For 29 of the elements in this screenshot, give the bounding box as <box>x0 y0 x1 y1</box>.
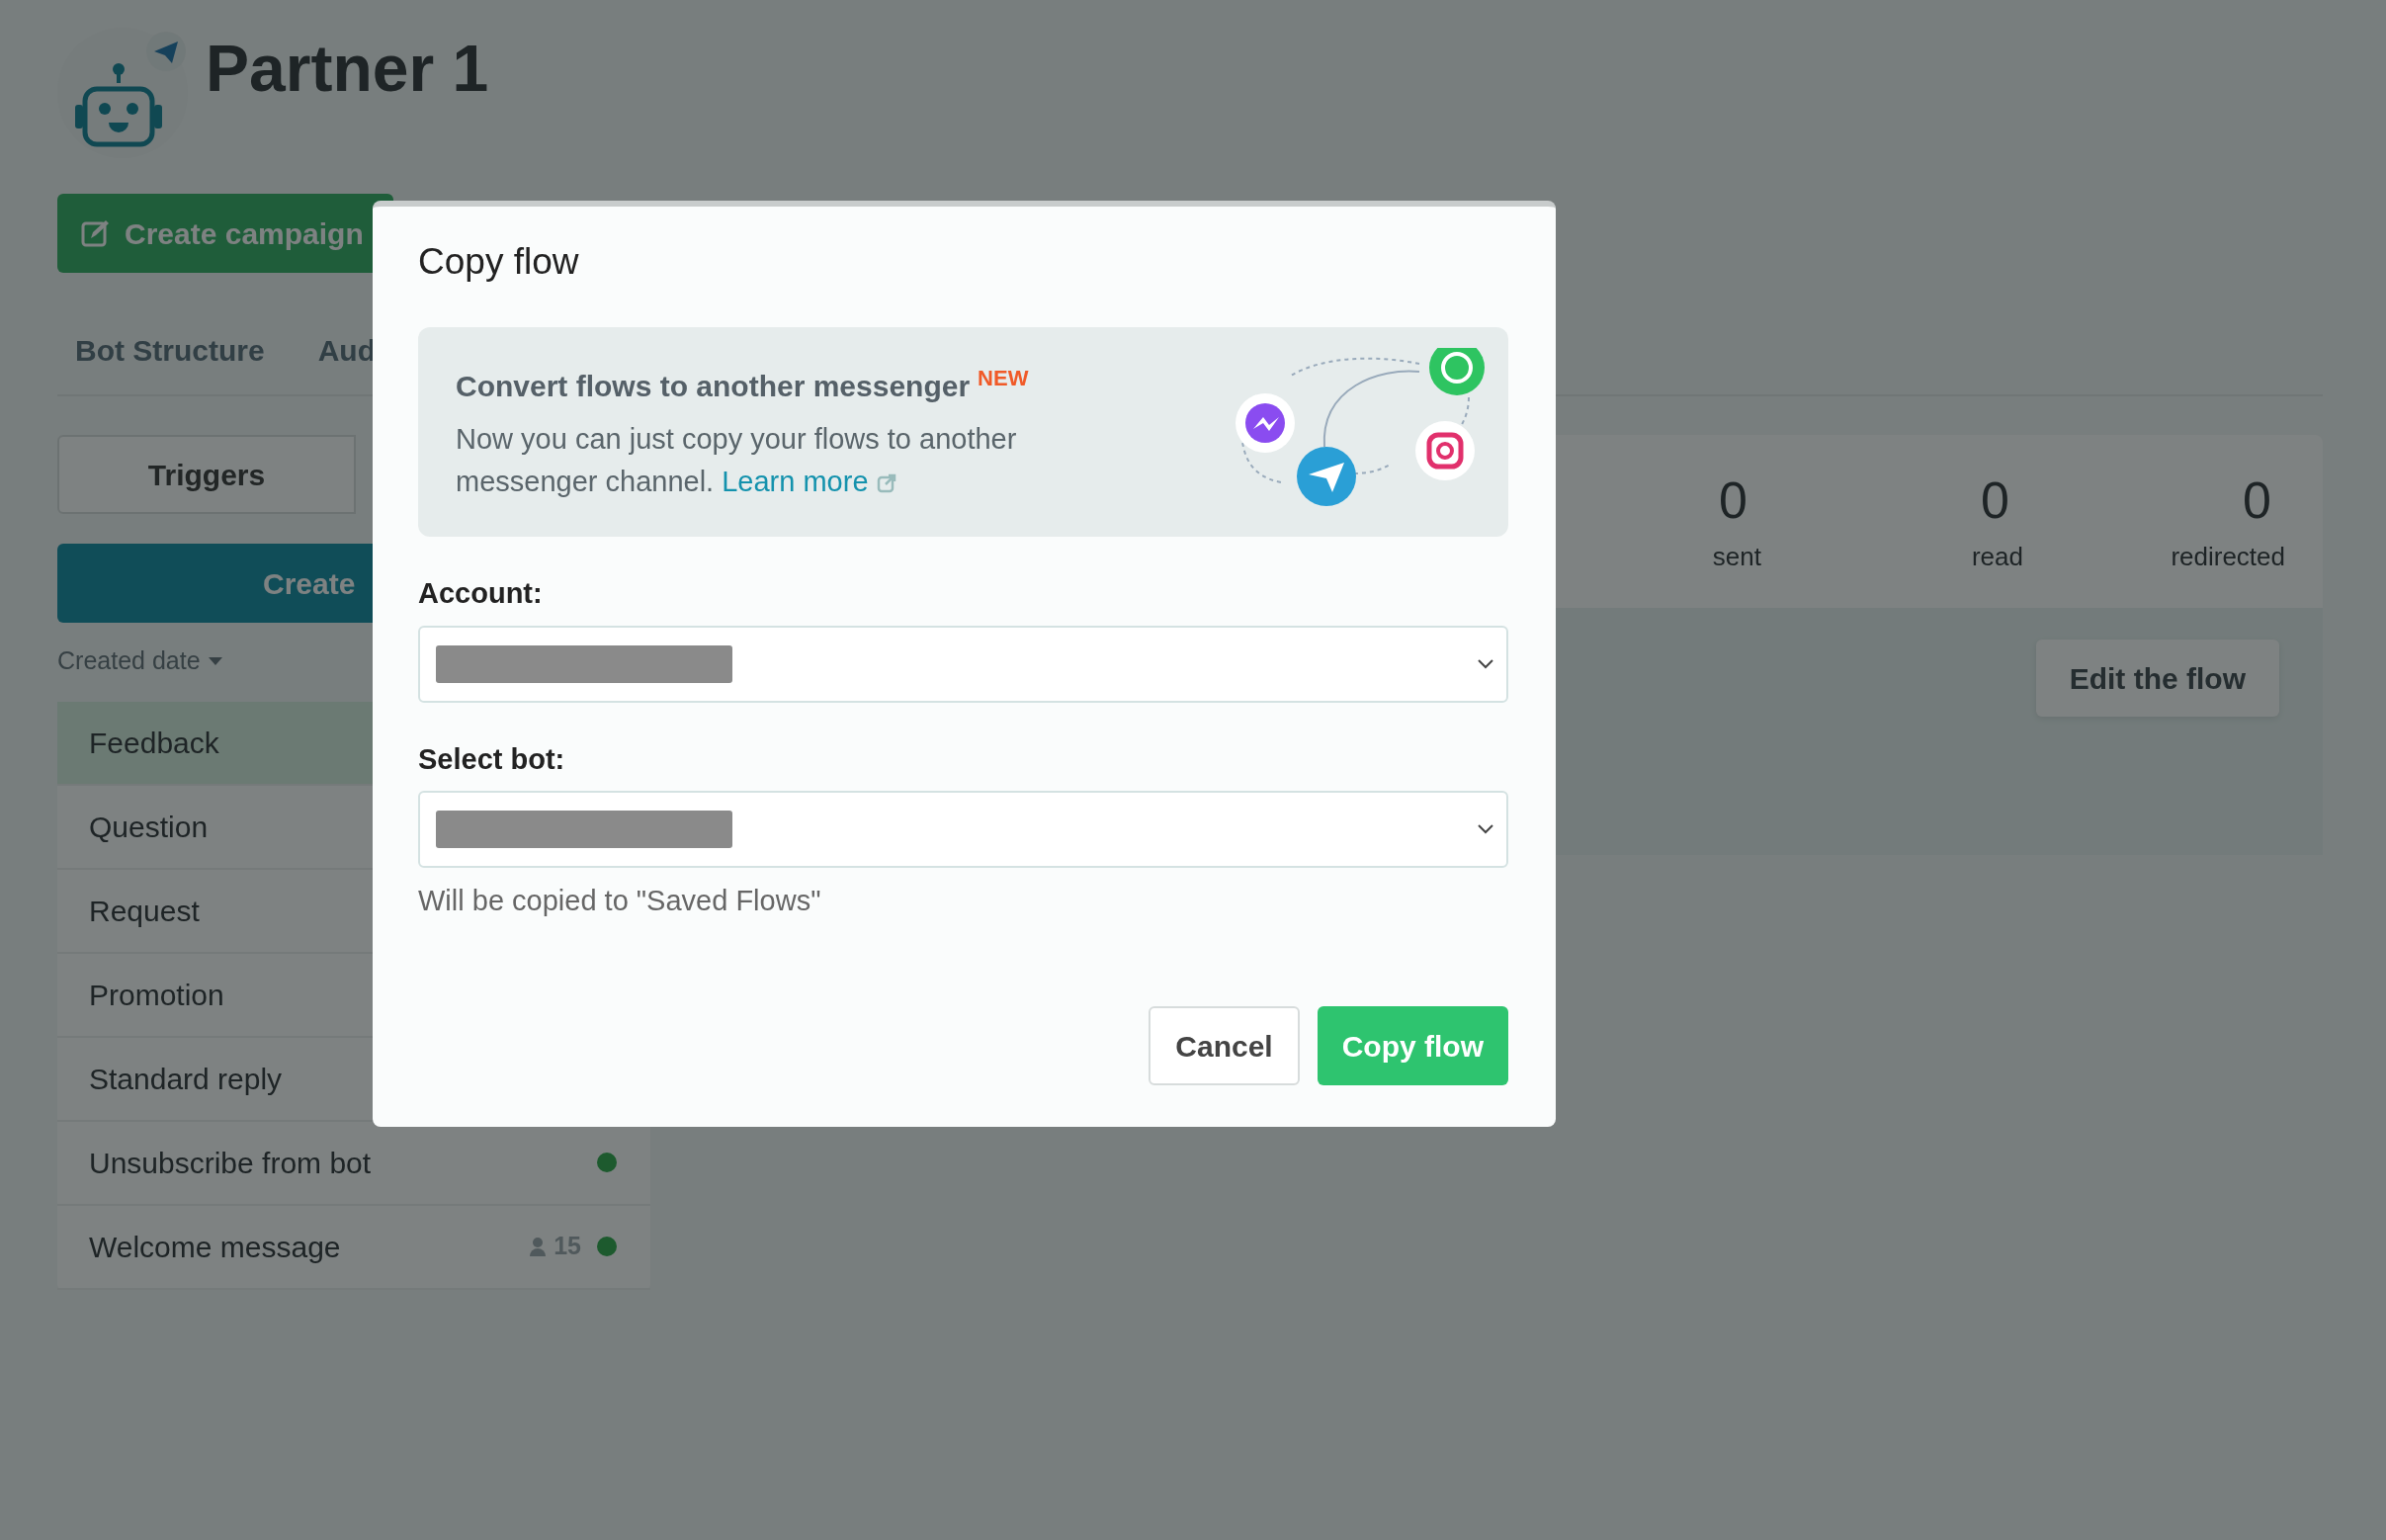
segment-button[interactable]: Triggers <box>57 435 356 514</box>
chevron-down-icon <box>1477 657 1494 670</box>
edit-icon <box>81 218 111 248</box>
stat-label: sent <box>1712 541 1761 573</box>
new-label: NEW <box>978 365 1029 390</box>
stat-value: 0 <box>2243 474 2271 526</box>
sort-dropdown[interactable]: Created date <box>57 642 222 680</box>
banner-text: Now you can just copy your flows to another messenger channel. Learn more <box>456 421 1018 499</box>
select-field[interactable] <box>418 791 1508 869</box>
select-field[interactable] <box>418 625 1508 703</box>
edit-flow-button[interactable]: Edit the flow <box>2035 640 2279 717</box>
stat-label: redirected <box>2171 541 2285 573</box>
chevron-down-icon <box>1477 823 1494 836</box>
nav-tab[interactable]: Bot Structure <box>75 328 265 373</box>
user-icon <box>530 1237 547 1256</box>
confirm-button[interactable]: Copy flow <box>1317 1006 1508 1085</box>
stat-label: read <box>1971 541 2023 573</box>
page-title: Partner 1 <box>206 36 489 101</box>
banner-title: Convert flows to another messenger <box>456 369 971 402</box>
field-label: Select bot: <box>418 741 566 777</box>
create-campaign-button[interactable]: Create campaign <box>57 194 393 273</box>
cancel-button[interactable]: Cancel <box>1149 1006 1300 1085</box>
field-label: Account: <box>418 576 544 612</box>
learn-more-link[interactable]: Learn more <box>722 465 896 497</box>
caret-icon <box>208 656 222 665</box>
stat-value: 0 <box>1981 474 2009 526</box>
external-link-icon <box>876 473 896 494</box>
dialog-title: Copy flow <box>418 240 580 284</box>
stat-value: 0 <box>1719 474 1747 526</box>
